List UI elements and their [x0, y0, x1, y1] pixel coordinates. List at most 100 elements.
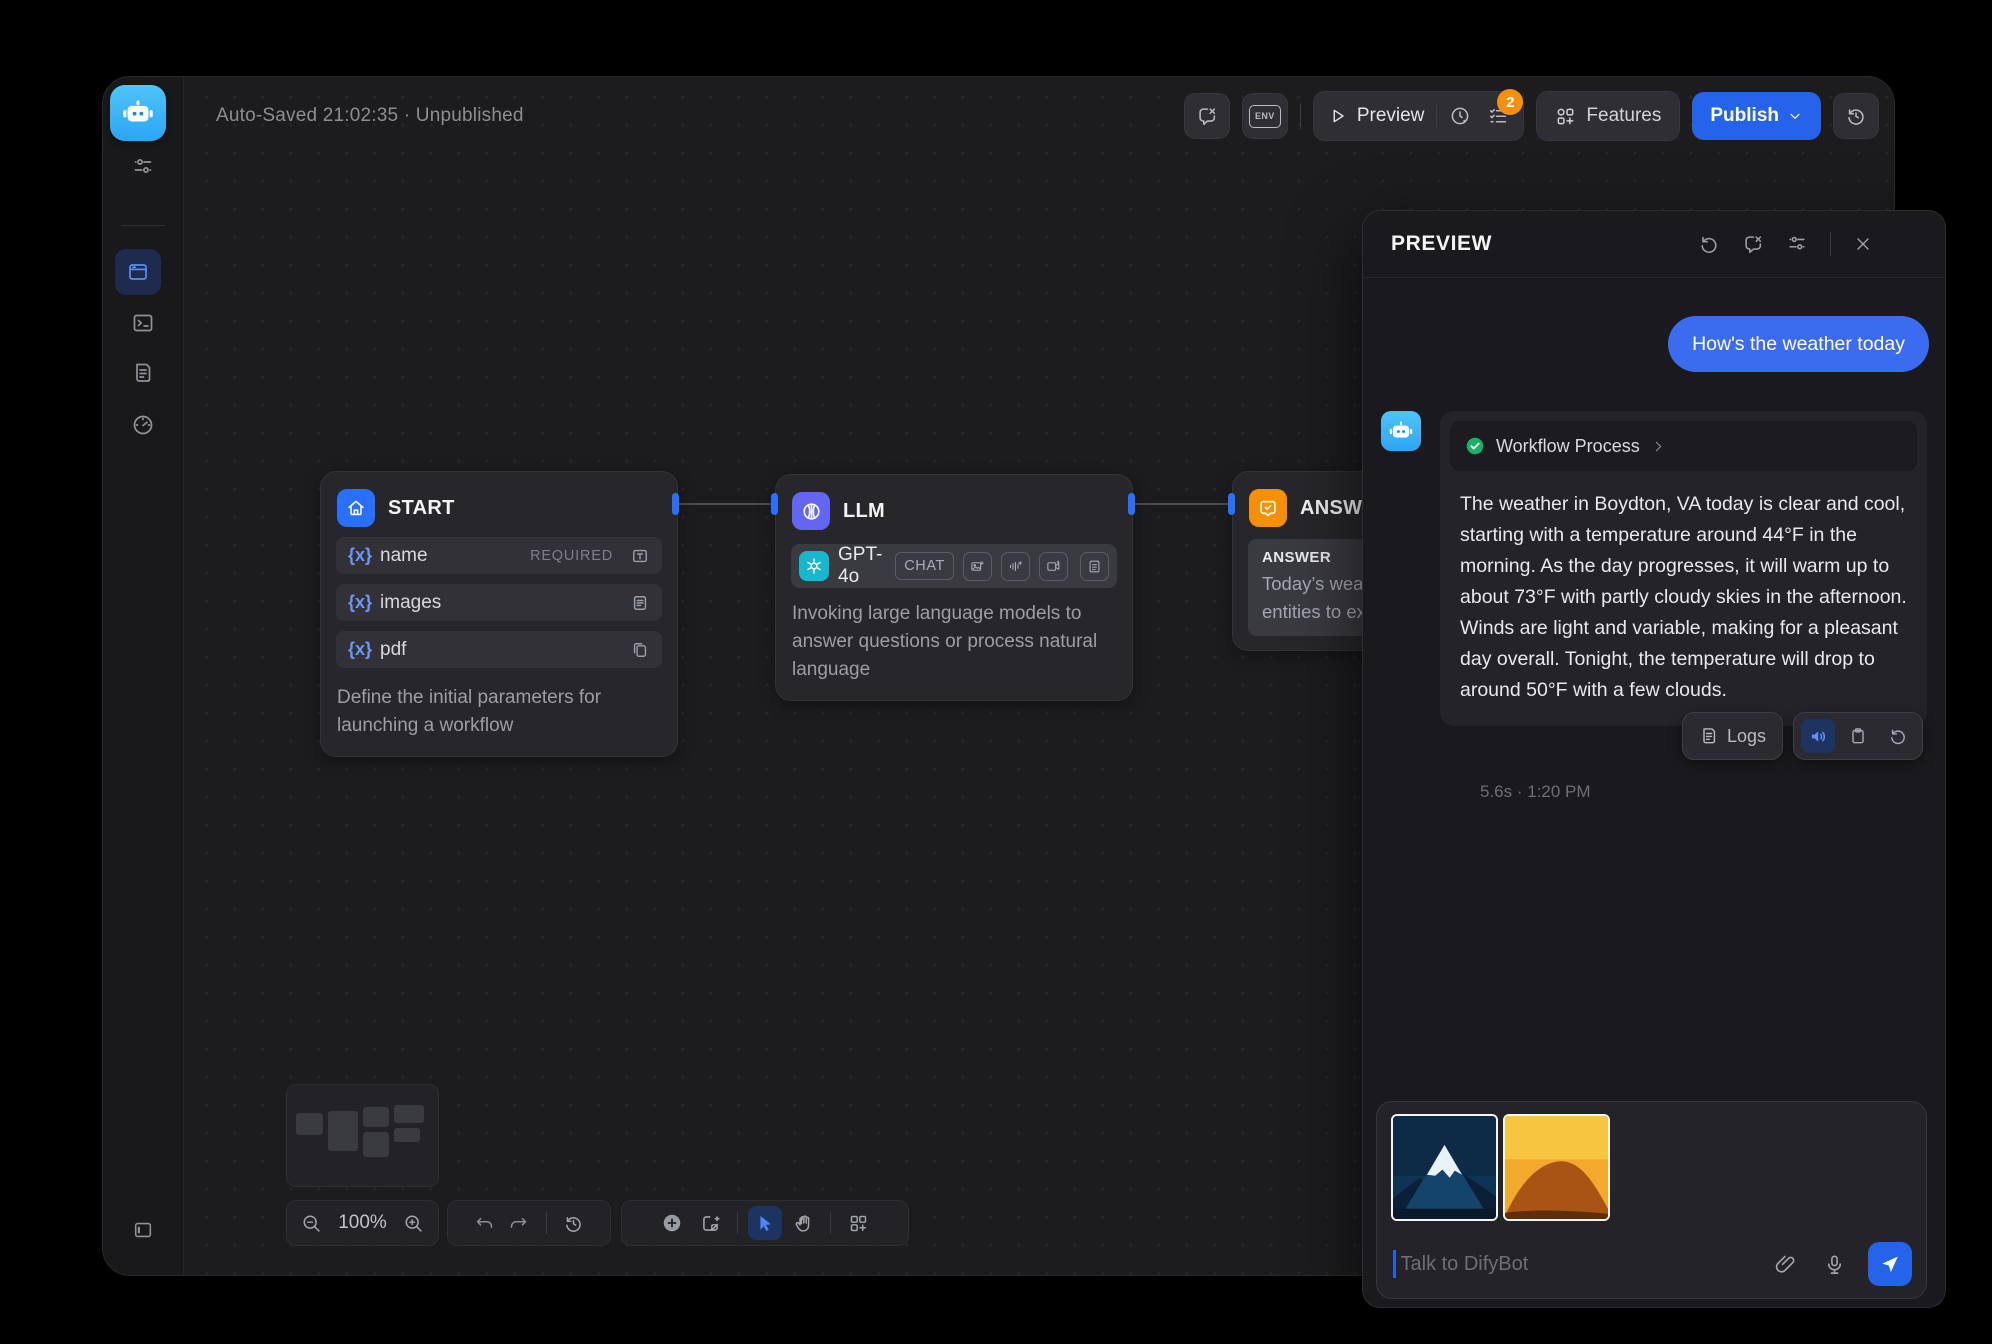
- logs-button[interactable]: Logs: [1682, 712, 1783, 760]
- preview-title: PREVIEW: [1391, 232, 1698, 256]
- attach-file-icon[interactable]: [1774, 1253, 1797, 1276]
- minimap[interactable]: [286, 1084, 439, 1187]
- zoom-level[interactable]: 100%: [338, 1212, 387, 1234]
- node-llm-title: LLM: [843, 500, 885, 523]
- required-badge: REQUIRED: [530, 548, 613, 564]
- conversation-settings-icon[interactable]: [1786, 233, 1808, 255]
- copy-button[interactable]: [1841, 719, 1875, 753]
- llm-icon: [792, 492, 830, 530]
- organize-layout-button[interactable]: [841, 1206, 875, 1240]
- home-icon: [337, 489, 375, 527]
- pointer-mode-button[interactable]: [748, 1206, 782, 1240]
- preview-run-button[interactable]: Preview: [1328, 105, 1425, 127]
- chat-mode-badge: CHAT: [895, 552, 954, 580]
- chat-input[interactable]: [1399, 1252, 1749, 1277]
- variable-icon: {x}: [348, 592, 372, 613]
- features-button[interactable]: Features: [1536, 91, 1680, 141]
- sidebar: [103, 77, 184, 1275]
- change-history-button[interactable]: [557, 1206, 591, 1240]
- add-node-button[interactable]: [655, 1206, 689, 1240]
- answer-icon: [1249, 489, 1287, 527]
- text-cursor: [1393, 1250, 1396, 1278]
- llm-input-handle[interactable]: [771, 493, 778, 515]
- publish-label: Publish: [1710, 105, 1779, 127]
- chat-input-container: [1376, 1101, 1927, 1299]
- sidebar-item-monitoring[interactable]: [103, 413, 183, 437]
- chat-area[interactable]: How's the weather today: [1363, 277, 1945, 1102]
- restart-conversation-icon[interactable]: [1698, 233, 1720, 255]
- send-button[interactable]: [1868, 1242, 1912, 1286]
- preview-header: PREVIEW: [1363, 211, 1945, 278]
- attachment-thumbnail-mountain-night[interactable]: [1391, 1114, 1498, 1221]
- model-selector[interactable]: GPT-4o CHAT: [791, 544, 1117, 588]
- app-avatar[interactable]: [110, 85, 166, 141]
- logs-label: Logs: [1727, 726, 1766, 747]
- model-name: GPT-4o: [838, 544, 886, 588]
- autosave-status: Auto-Saved 21:02:35 · Unpublished: [216, 105, 524, 127]
- variable-icon: {x}: [348, 639, 372, 660]
- user-message-bubble: How's the weather today: [1668, 316, 1929, 372]
- redo-button[interactable]: [502, 1206, 536, 1240]
- voice-input-icon[interactable]: [1823, 1253, 1846, 1276]
- hand-mode-button[interactable]: [786, 1206, 820, 1240]
- node-llm-description: Invoking large language models to answer…: [776, 594, 1132, 700]
- answer-input-handle[interactable]: [1228, 493, 1235, 515]
- sidebar-item-logs[interactable]: [103, 361, 183, 385]
- attachment-thumbnail-mountain-sunset[interactable]: [1503, 1114, 1610, 1221]
- bot-avatar: [1381, 411, 1421, 451]
- regenerate-button[interactable]: [1881, 719, 1915, 753]
- node-start-description: Define the initial parameters for launch…: [321, 678, 677, 756]
- undo-button[interactable]: [468, 1206, 502, 1240]
- edge-llm-answer: [1132, 503, 1232, 505]
- vision-support-icon: [963, 552, 992, 581]
- clear-conversation-button[interactable]: [1184, 93, 1230, 139]
- attached-images: [1391, 1114, 1610, 1221]
- document-support-icon: [1080, 552, 1109, 581]
- version-history-button[interactable]: [1833, 93, 1879, 139]
- preview-panel: PREVIEW How's the weather today: [1362, 210, 1946, 1308]
- files-type-icon: [630, 640, 650, 660]
- video-support-icon: [1039, 552, 1068, 581]
- app-settings-icon[interactable]: [103, 155, 183, 179]
- chevron-right-icon: [1650, 438, 1667, 455]
- zoom-in-button[interactable]: [397, 1206, 431, 1240]
- topbar-actions: ENV Preview 2 Features Pub: [1184, 91, 1879, 141]
- publish-button[interactable]: Publish: [1692, 92, 1821, 140]
- start-field-pdf[interactable]: {x} pdf: [336, 631, 662, 668]
- llm-output-handle[interactable]: [1128, 493, 1135, 515]
- preview-run-group: Preview 2: [1313, 91, 1525, 141]
- sidebar-divider: [121, 225, 165, 226]
- message-actions: Logs: [1682, 712, 1923, 760]
- add-note-button[interactable]: [693, 1206, 727, 1240]
- zoom-controls: 100%: [286, 1200, 439, 1246]
- text-to-speech-button[interactable]: [1801, 719, 1835, 753]
- chevron-down-icon: [1787, 108, 1803, 124]
- field-name: name: [380, 545, 522, 567]
- run-history-icon[interactable]: [1449, 105, 1471, 127]
- logs-icon: [1699, 726, 1719, 746]
- checklist-icon[interactable]: 2: [1487, 105, 1509, 127]
- start-output-handle[interactable]: [672, 493, 679, 515]
- field-name: images: [380, 592, 622, 614]
- workflow-process-toggle[interactable]: Workflow Process: [1450, 421, 1917, 471]
- message-meta: 5.6s · 1:20 PM: [1480, 782, 1929, 802]
- bot-message-card: Workflow Process The weather in Boydton,…: [1440, 411, 1927, 726]
- start-field-images[interactable]: {x} images: [336, 584, 662, 621]
- start-field-name[interactable]: {x} name REQUIRED: [336, 537, 662, 574]
- node-start[interactable]: START {x} name REQUIRED {x} images {x} p…: [320, 471, 678, 757]
- sidebar-collapse-icon[interactable]: [103, 1219, 183, 1241]
- features-icon: [1555, 106, 1576, 127]
- node-start-title: START: [388, 497, 455, 520]
- sidebar-item-api[interactable]: [103, 311, 183, 335]
- bot-message-text: The weather in Boydton, VA today is clea…: [1440, 481, 1927, 726]
- checklist-count-badge: 2: [1497, 89, 1523, 115]
- environment-variables-button[interactable]: ENV: [1242, 93, 1288, 139]
- topbar-divider: [1300, 103, 1301, 129]
- history-controls: [447, 1200, 611, 1246]
- zoom-out-button[interactable]: [294, 1206, 328, 1240]
- workflow-process-label: Workflow Process: [1496, 436, 1640, 457]
- clear-chat-icon[interactable]: [1742, 233, 1764, 255]
- sidebar-item-orchestrate[interactable]: [115, 249, 161, 295]
- close-icon[interactable]: [1853, 234, 1873, 254]
- node-llm[interactable]: LLM GPT-4o CHAT: [775, 474, 1133, 701]
